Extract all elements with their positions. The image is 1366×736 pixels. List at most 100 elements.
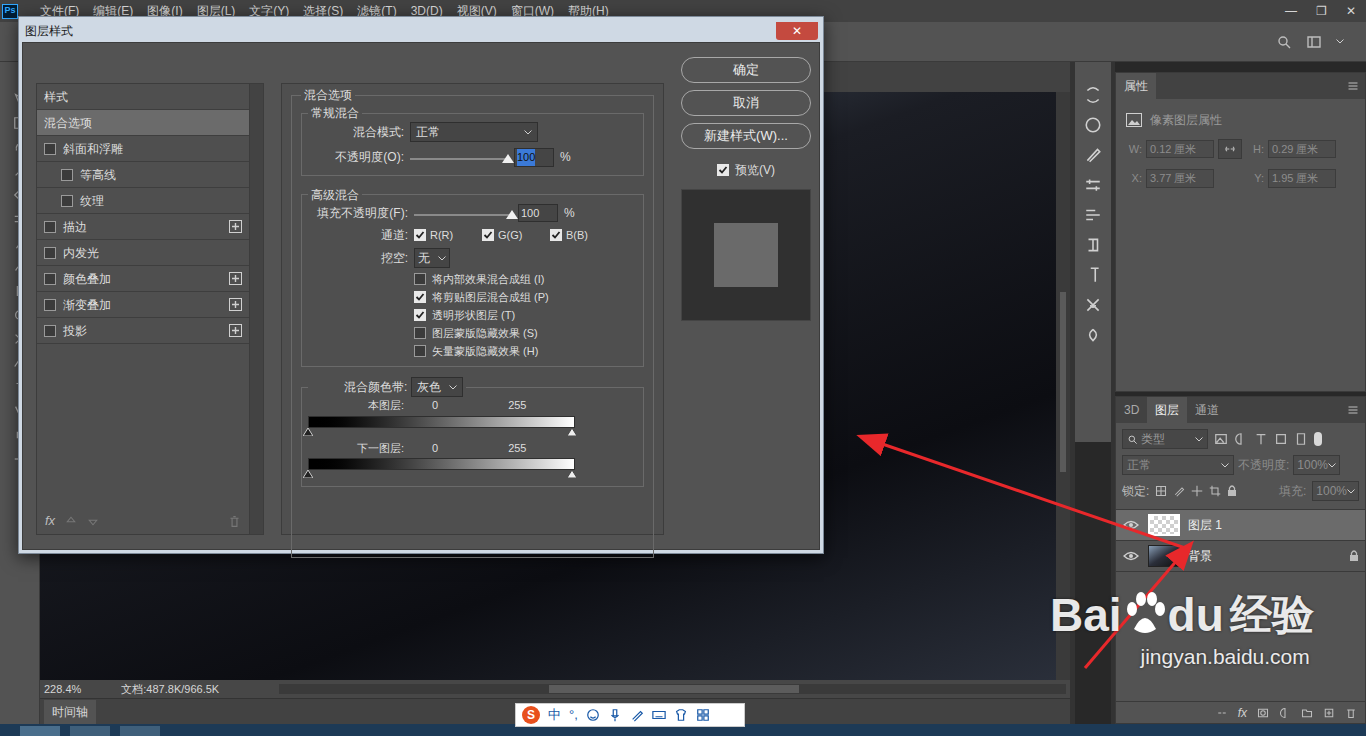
smart-filter-icon[interactable]	[1294, 432, 1308, 446]
advanced-option[interactable]: 将内部效果混合成组 (I)	[308, 272, 637, 286]
panel-icon[interactable]	[1084, 206, 1102, 224]
advanced-option[interactable]: 矢量蒙版隐藏效果 (H)	[308, 344, 637, 358]
panel-icon[interactable]	[1084, 236, 1102, 254]
add-icon[interactable]	[229, 220, 242, 233]
window-control[interactable]: —	[1276, 2, 1306, 20]
type-filter-icon[interactable]	[1254, 432, 1268, 446]
adjustment-filter-icon[interactable]	[1234, 432, 1248, 446]
opacity-field[interactable]: 100	[514, 148, 554, 167]
vertical-scrollbar[interactable]	[1056, 92, 1070, 680]
ime-mode[interactable]: 中	[548, 705, 561, 725]
gradient-bar[interactable]	[308, 458, 575, 478]
advanced-option[interactable]: 透明形状图层 (T)	[308, 308, 637, 322]
mic-icon[interactable]	[608, 708, 622, 722]
lock-move-icon[interactable]	[1191, 485, 1203, 497]
advanced-checkbox[interactable]	[414, 291, 426, 303]
style-checkbox[interactable]	[44, 221, 56, 233]
slider-handle-icon[interactable]	[502, 154, 514, 163]
dialog-button[interactable]: 确定	[681, 57, 811, 83]
eye-icon[interactable]	[1123, 551, 1139, 561]
delete-layer-icon[interactable]	[1345, 707, 1357, 719]
ime-logo[interactable]: S	[522, 706, 540, 724]
image-filter-icon[interactable]	[1214, 432, 1228, 446]
channel-option[interactable]: B(B)	[550, 227, 612, 244]
link-button[interactable]	[1218, 139, 1242, 159]
fx-button[interactable]: fx	[1238, 704, 1247, 722]
preview-option[interactable]: 预览(V)	[681, 161, 811, 179]
black-point-icon[interactable]	[303, 470, 313, 478]
lock-paint-icon[interactable]	[1173, 485, 1185, 497]
ime-punct[interactable]: °,	[569, 705, 578, 725]
advanced-checkbox[interactable]	[414, 309, 426, 321]
skin-icon[interactable]	[674, 708, 688, 722]
style-checkbox[interactable]	[44, 143, 56, 155]
styles-scrollbar[interactable]	[249, 84, 263, 534]
advanced-option[interactable]: 图层蒙版隐藏效果 (S)	[308, 326, 637, 340]
style-checkbox[interactable]	[61, 169, 73, 181]
search-icon[interactable]	[1127, 434, 1138, 445]
channel-checkbox[interactable]	[482, 229, 494, 241]
blend-mode-dropdown[interactable]: 正常	[410, 122, 538, 142]
preview-checkbox[interactable]	[717, 164, 729, 176]
panel-icon[interactable]	[1084, 86, 1102, 104]
shape-filter-icon[interactable]	[1274, 432, 1288, 446]
style-item[interactable]: 混合选项	[37, 110, 249, 136]
style-item[interactable]: 颜色叠加	[37, 266, 249, 292]
advanced-checkbox[interactable]	[414, 327, 426, 339]
filter-dropdown[interactable]: 类型	[1122, 429, 1208, 449]
adjustment-layer-icon[interactable]	[1279, 707, 1291, 719]
style-checkbox[interactable]	[44, 325, 56, 337]
lock-artboard-icon[interactable]	[1209, 485, 1221, 497]
channel-option[interactable]: R(R)	[414, 227, 476, 244]
fill-slider[interactable]	[414, 206, 512, 220]
fill-field[interactable]: 100	[518, 204, 558, 223]
blend-if-dropdown[interactable]: 灰色	[411, 377, 463, 397]
pen-icon[interactable]	[630, 708, 644, 722]
layer-row[interactable]: 图层 1	[1116, 510, 1365, 541]
slider-handle-icon[interactable]	[506, 210, 518, 219]
move-up-icon[interactable]	[65, 515, 77, 527]
panel-icon[interactable]	[1084, 266, 1102, 284]
move-down-icon[interactable]	[87, 515, 99, 527]
knockout-dropdown[interactable]: 无	[414, 248, 450, 268]
layers-tab[interactable]: 3D	[1116, 397, 1147, 423]
panel-icon[interactable]	[1084, 326, 1102, 344]
new-layer-icon[interactable]	[1323, 707, 1335, 719]
style-item[interactable]: 描边	[37, 214, 249, 240]
layer-fill-field[interactable]: 100%	[1312, 481, 1359, 501]
emoji-icon[interactable]	[586, 708, 600, 722]
layer-row[interactable]: 背景	[1116, 541, 1365, 572]
dialog-button[interactable]: 新建样式(W)...	[681, 123, 811, 149]
search-icon[interactable]	[1276, 34, 1292, 50]
style-checkbox[interactable]	[61, 195, 73, 207]
layer-opacity-field[interactable]: 100%	[1293, 455, 1340, 475]
keyboard-icon[interactable]	[652, 708, 666, 722]
dialog-button[interactable]: 取消	[681, 90, 811, 116]
add-icon[interactable]	[229, 298, 242, 311]
add-icon[interactable]	[229, 324, 242, 337]
link-icon[interactable]	[1224, 143, 1236, 155]
properties-tab[interactable]: 属性	[1116, 73, 1156, 99]
gradient-bar[interactable]	[308, 416, 575, 436]
style-checkbox[interactable]	[44, 247, 56, 259]
toolbox-icon[interactable]	[696, 708, 710, 722]
style-item[interactable]: 斜面和浮雕	[37, 136, 249, 162]
add-icon[interactable]	[229, 272, 242, 285]
channel-checkbox[interactable]	[414, 229, 426, 241]
panel-icon[interactable]	[1084, 116, 1102, 134]
mask-icon[interactable]	[1257, 707, 1269, 719]
blend-dropdown[interactable]: 正常	[1122, 455, 1234, 475]
link-layers-icon[interactable]	[1216, 707, 1228, 719]
panel-icon[interactable]	[1084, 296, 1102, 314]
style-item[interactable]: 渐变叠加	[37, 292, 249, 318]
panel-menu-icon[interactable]	[1347, 404, 1359, 416]
folder-icon[interactable]	[1301, 707, 1313, 719]
close-button[interactable]: ✕	[776, 22, 818, 40]
black-point-icon[interactable]	[303, 428, 313, 436]
style-item[interactable]: 等高线	[37, 162, 249, 188]
workspace-icon[interactable]	[1306, 34, 1322, 50]
dialog-titlebar[interactable]: 图层样式✕	[22, 20, 820, 42]
advanced-checkbox[interactable]	[414, 345, 426, 357]
eye-icon[interactable]	[1123, 520, 1139, 530]
panel-menu-icon[interactable]	[1347, 80, 1359, 92]
